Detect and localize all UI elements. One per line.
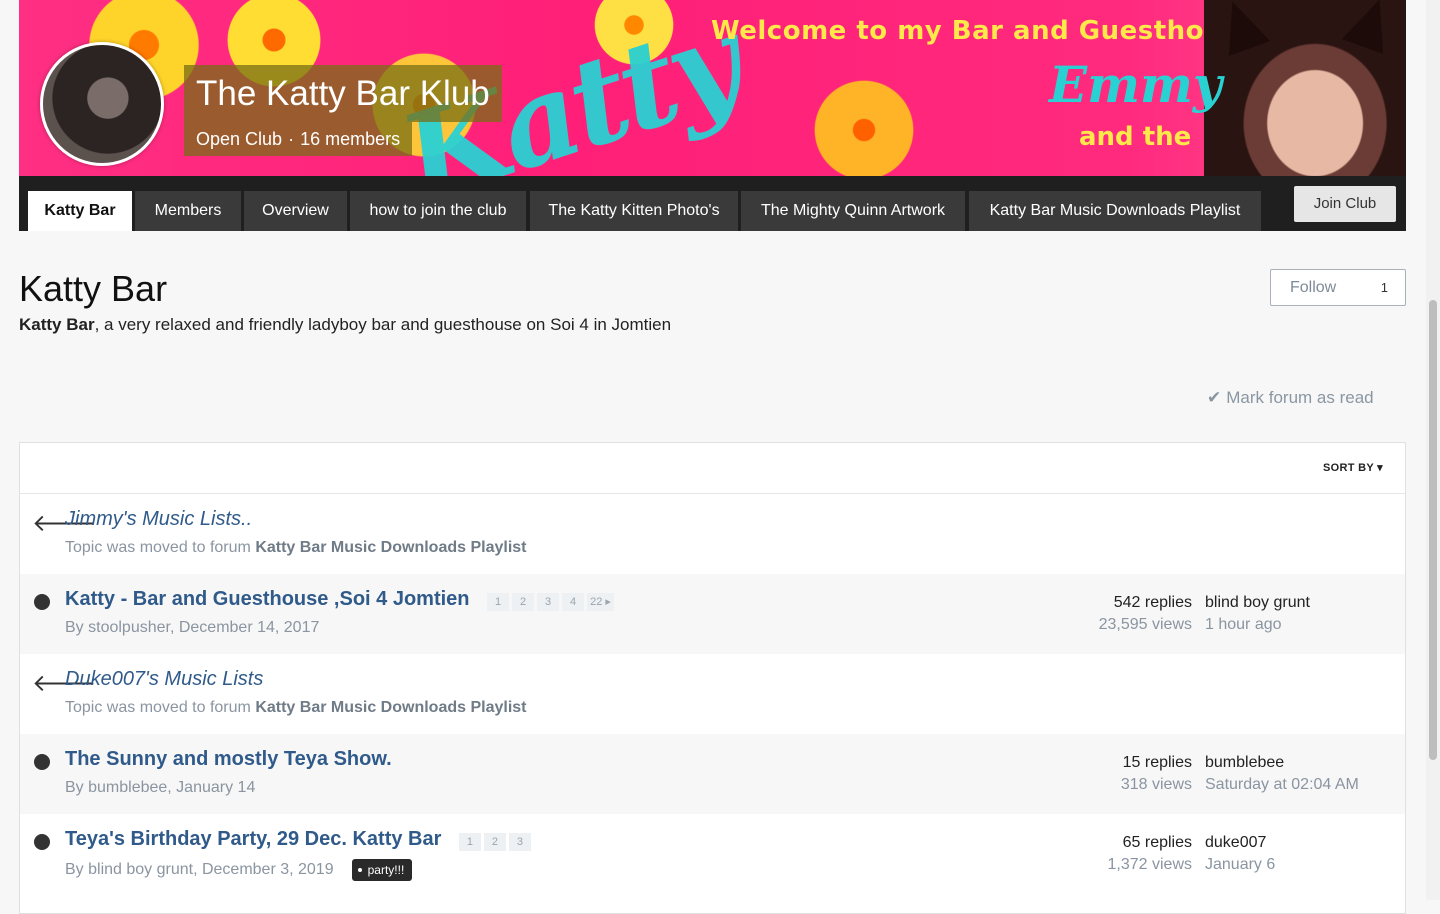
page-link-last[interactable]: 22 ▸ <box>587 593 614 612</box>
reply-count: 65 replies <box>1122 834 1192 851</box>
unread-dot-icon <box>34 754 50 770</box>
club-members-link[interactable]: 16 members <box>300 129 400 149</box>
view-count: 318 views <box>1120 776 1192 793</box>
moved-prefix: Topic was moved to forum <box>65 539 251 556</box>
topic-list-header: SORT BY ▾ <box>20 443 1405 494</box>
mark-forum-read-link[interactable]: ✔ Mark forum as read <box>1207 388 1374 408</box>
unread-dot-icon <box>34 594 50 610</box>
sort-by-dropdown[interactable]: SORT BY ▾ <box>1323 461 1383 474</box>
tab-quinn-artwork[interactable]: The Mighty Quinn Artwork <box>741 191 965 231</box>
topic-tag[interactable]: party!!! <box>351 859 413 881</box>
flower-decoration <box>789 55 939 176</box>
view-count: 1,372 views <box>1107 856 1193 873</box>
club-meta: Open Club · 16 members <box>184 122 413 156</box>
table-row: 🡐 Jimmy's Music Lists.. Topic was moved … <box>20 494 1405 574</box>
scrollbar-thumb[interactable] <box>1429 300 1437 760</box>
topic-title-link[interactable]: The Sunny and mostly Teya Show. <box>65 748 392 771</box>
tab-kitten-photos[interactable]: The Katty Kitten Photo's <box>530 191 738 231</box>
table-row: Teya's Birthday Party, 29 Dec. Katty Bar… <box>20 814 1405 894</box>
page-link[interactable]: 3 <box>508 833 531 852</box>
forum-description-text: , a very relaxed and friendly ladyboy ba… <box>94 315 672 334</box>
topic-title: Teya's Birthday Party, 29 Dec. Katty Bar… <box>65 828 534 852</box>
reply-count: 15 replies <box>1122 754 1192 771</box>
page-title: Katty Bar <box>19 268 168 309</box>
last-poster-link[interactable]: blind boy grunt <box>1205 592 1310 614</box>
topic-list: SORT BY ▾ 🡐 Jimmy's Music Lists.. Topic … <box>19 442 1406 914</box>
topic-stats: 542 replies 23,595 views <box>1099 592 1192 636</box>
page-link[interactable]: 4 <box>562 593 585 612</box>
pagination: 1 2 3 4 22 ▸ <box>487 588 617 612</box>
page-link[interactable]: 2 <box>483 833 506 852</box>
topic-title-link[interactable]: Jimmy's Music Lists.. <box>65 508 252 531</box>
topic-moved-note: Topic was moved to forum Katty Bar Music… <box>65 699 527 717</box>
last-post-time[interactable]: Saturday at 02:04 AM <box>1205 774 1359 796</box>
mark-read-label: Mark forum as read <box>1226 388 1374 407</box>
view-count: 23,595 views <box>1098 616 1192 633</box>
reply-count: 542 replies <box>1113 594 1192 611</box>
banner-welcome-text: Welcome to my Bar and Guesthouse <box>711 16 1258 46</box>
banner-name-text: Emmy <box>1049 55 1222 114</box>
page-scrollbar[interactable] <box>1426 0 1440 900</box>
last-post: duke007 January 6 <box>1205 832 1275 876</box>
page-link[interactable]: 1 <box>487 593 510 612</box>
last-post-time[interactable]: January 6 <box>1205 854 1275 876</box>
follow-count: 1 <box>1380 280 1388 295</box>
page-link[interactable]: 3 <box>537 593 560 612</box>
moved-forum-link[interactable]: Katty Bar Music Downloads Playlist <box>255 699 526 716</box>
topic-moved-note: Topic was moved to forum Katty Bar Music… <box>65 539 527 557</box>
topic-title: Katty - Bar and Guesthouse ,Soi 4 Jomtie… <box>65 588 617 612</box>
tab-overview[interactable]: Overview <box>244 191 347 231</box>
tab-katty-bar[interactable]: Katty Bar <box>28 191 132 231</box>
banner-and-text: and the <box>1079 122 1192 152</box>
moved-prefix: Topic was moved to forum <box>65 699 251 716</box>
topic-title-link[interactable]: Teya's Birthday Party, 29 Dec. Katty Bar <box>65 828 441 850</box>
last-post: blind boy grunt 1 hour ago <box>1205 592 1310 636</box>
page-link[interactable]: 1 <box>458 833 481 852</box>
club-title: The Katty Bar Klub <box>184 65 502 122</box>
tab-how-to-join[interactable]: how to join the club <box>350 191 526 231</box>
topic-byline: By bumblebee, January 14 <box>65 779 256 796</box>
page-link[interactable]: 2 <box>512 593 535 612</box>
table-row: The Sunny and mostly Teya Show. By bumbl… <box>20 734 1405 814</box>
follow-label: Follow <box>1290 279 1337 296</box>
moved-forum-link[interactable]: Katty Bar Music Downloads Playlist <box>255 539 526 556</box>
byline-text: By blind boy grunt, December 3, 2019 <box>65 861 334 879</box>
pagination: 123 <box>458 828 534 852</box>
last-post-time[interactable]: 1 hour ago <box>1205 614 1310 636</box>
club-nav: Katty Bar Members Overview how to join t… <box>19 176 1406 231</box>
table-row: Katty - Bar and Guesthouse ,Soi 4 Jomtie… <box>20 574 1405 654</box>
club-avatar[interactable] <box>40 42 164 166</box>
topic-stats: 65 replies 1,372 views <box>1108 832 1193 876</box>
tab-members[interactable]: Members <box>135 191 241 231</box>
topic-byline: By blind boy grunt, December 3, 2019 part… <box>65 859 413 881</box>
meta-separator: · <box>288 129 295 149</box>
topic-stats: 15 replies 318 views <box>1121 752 1192 796</box>
unread-dot-icon <box>34 834 50 850</box>
topic-title-link[interactable]: Duke007's Music Lists <box>65 668 263 691</box>
last-post: bumblebee Saturday at 02:04 AM <box>1205 752 1359 796</box>
check-icon: ✔ <box>1207 388 1222 407</box>
last-poster-link[interactable]: duke007 <box>1205 832 1275 854</box>
last-poster-link[interactable]: bumblebee <box>1205 752 1359 774</box>
table-row: 🡐 Duke007's Music Lists Topic was moved … <box>20 654 1405 734</box>
join-club-button[interactable]: Join Club <box>1294 186 1396 222</box>
topic-title-link[interactable]: Katty - Bar and Guesthouse ,Soi 4 Jomtie… <box>65 588 470 610</box>
topic-byline: By stoolpusher, December 14, 2017 <box>65 619 320 636</box>
follow-button[interactable]: Follow 1 <box>1270 269 1406 306</box>
page-margin <box>0 0 19 900</box>
forum-description-bold: Katty Bar <box>19 315 95 334</box>
forum-description: Katty Bar, a very relaxed and friendly l… <box>19 315 671 335</box>
club-type: Open Club <box>196 129 283 149</box>
tab-music-playlist[interactable]: Katty Bar Music Downloads Playlist <box>969 191 1261 231</box>
